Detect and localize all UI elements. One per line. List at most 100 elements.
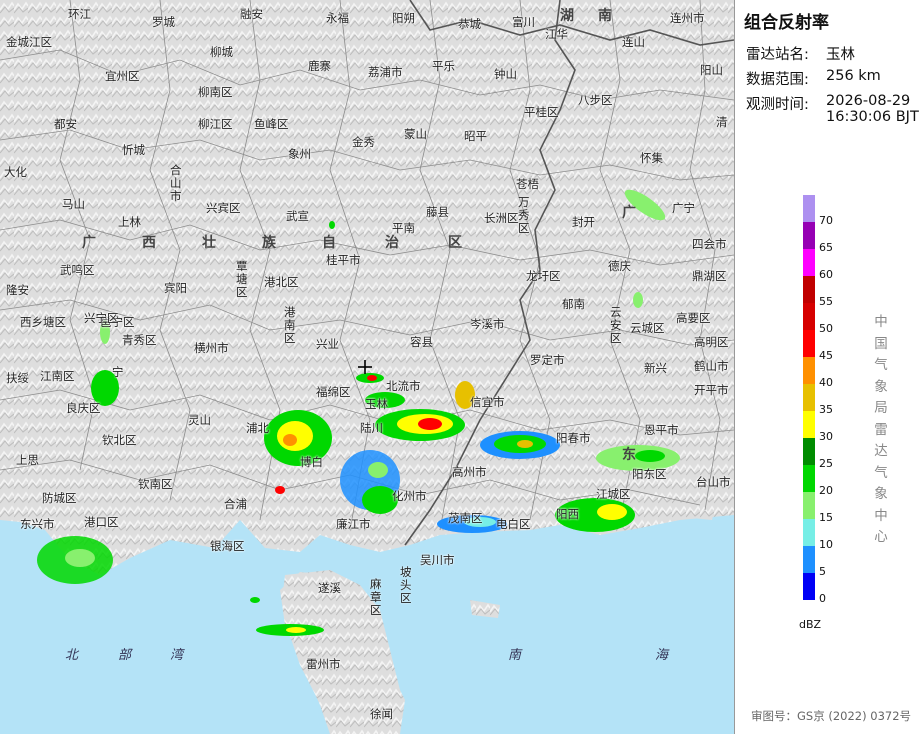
legend-tick-label: 60	[819, 268, 833, 281]
city-label: 鹿寨	[308, 59, 331, 73]
city-label: 富川	[512, 15, 535, 29]
city-label: 象州	[288, 147, 311, 161]
time-row: 观测时间: 2026-08-29 16:30:06 BJT	[746, 93, 919, 125]
city-label: 高明区	[694, 335, 729, 349]
city-label: 苍梧	[516, 177, 539, 191]
city-label: 德庆	[608, 259, 631, 273]
region-label-char: 族	[262, 235, 276, 251]
legend-tick-label: 70	[819, 214, 833, 227]
city-label: 遂溪	[318, 581, 341, 595]
province-label-char: 广	[622, 205, 636, 221]
legend-tick-label: 10	[819, 538, 833, 551]
city-label: 上思	[16, 453, 39, 467]
city-label: 平南	[392, 221, 415, 235]
region-label-char: 壮	[202, 235, 216, 251]
legend-color-box	[803, 357, 815, 384]
city-label: 武宣	[286, 209, 309, 223]
city-label: 港南区	[284, 305, 296, 345]
city-label: 恩平市	[644, 423, 679, 437]
sea-label-char: 海	[655, 648, 669, 663]
legend-color-box	[803, 438, 815, 465]
city-label: 八步区	[578, 93, 613, 107]
station-value: 玉林	[826, 47, 855, 63]
city-label: 云安区	[610, 305, 622, 345]
city-label: 覃塘区	[236, 259, 248, 299]
city-label: 柳南区	[198, 85, 233, 99]
city-label: 横州市	[194, 341, 229, 355]
city-label: 岑溪市	[470, 317, 505, 331]
city-label: 扶绥	[6, 371, 29, 385]
city-label: 钦北区	[102, 433, 137, 447]
info-panel: 组合反射率 雷达站名: 玉林 数据范围: 256 km 观测时间: 2026-08-2…	[734, 0, 924, 734]
city-label: 藤县	[426, 205, 449, 219]
sea-label-char: 北	[65, 648, 79, 663]
city-label: 博白	[300, 455, 323, 469]
city-label: 宁	[112, 365, 124, 379]
city-label: 浦北	[246, 421, 269, 435]
city-label: 开平市	[694, 383, 729, 397]
province-label-char: 东	[622, 447, 636, 463]
city-label: 银海区	[210, 539, 245, 553]
city-label: 桂平市	[326, 253, 361, 267]
city-label: 金秀	[352, 135, 375, 149]
city-label: 陆川	[360, 421, 383, 435]
city-label: 吴川市	[420, 553, 455, 567]
city-label: 钟山	[494, 67, 517, 81]
city-label: 隆安	[6, 283, 29, 297]
city-label: 台山市	[696, 475, 731, 489]
city-label: 昭平	[464, 129, 487, 143]
city-label: 新兴	[644, 361, 667, 375]
legend-color-box	[803, 222, 815, 249]
city-label: 鱼峰区	[254, 117, 289, 131]
city-label: 柳江区	[198, 117, 233, 131]
legend-color-box	[803, 546, 815, 573]
city-label: 福绵区	[316, 385, 351, 399]
city-label: 怀集	[640, 151, 663, 165]
legend-color-box	[803, 249, 815, 276]
city-label: 玉林	[365, 397, 388, 411]
region-label-char: 自	[322, 235, 336, 251]
city-label: 罗城	[152, 15, 175, 29]
city-label: 恭城	[458, 17, 481, 31]
legend-color-box	[803, 330, 815, 357]
color-legend	[803, 195, 815, 600]
city-label: 容县	[410, 335, 433, 349]
city-label: 平乐	[432, 59, 455, 73]
region-label-char: 广	[82, 235, 96, 251]
city-label: 防城区	[42, 491, 77, 505]
legend-tick-label: 25	[819, 457, 833, 470]
city-label: 江城区	[596, 487, 631, 501]
legend-color-box	[803, 492, 815, 519]
time-date: 2026-08-29	[826, 93, 911, 109]
city-label: 连州市	[670, 11, 705, 25]
region-label-char: 区	[448, 235, 462, 251]
legend-color-box	[803, 465, 815, 492]
city-label: 宾阳	[164, 281, 187, 295]
city-label: 麻章区	[370, 577, 382, 617]
city-label: 都安	[54, 117, 77, 131]
city-label: 兴宁区	[84, 311, 119, 325]
sea-label-char: 部	[118, 648, 132, 663]
city-label: 信宜市	[470, 395, 505, 409]
city-label: 大化	[4, 165, 27, 179]
radar-map[interactable]: 广 西 壮 族 自 治 区 湖 南 广 东 北 部 湾 南 海 环江 罗城 融安…	[0, 0, 734, 734]
city-label: 郁南	[562, 297, 585, 311]
city-label: 化州市	[392, 489, 427, 503]
map-approval-number: 审图号：GS京 (2022) 0372号	[751, 709, 912, 723]
city-label: 高州市	[452, 465, 487, 479]
city-label: 港口区	[84, 515, 119, 529]
city-label: 万秀区	[518, 195, 530, 235]
legend-tick-label: 55	[819, 295, 833, 308]
legend-tick-label: 0	[819, 592, 826, 605]
city-label: 环江	[68, 7, 91, 21]
city-label: 江南区	[40, 369, 75, 383]
city-label: 灵山	[188, 413, 211, 427]
city-label: 马山	[62, 197, 85, 211]
city-label: 廉江市	[336, 517, 371, 531]
city-label: 合山市	[170, 163, 182, 203]
city-label: 港北区	[264, 275, 299, 289]
city-label: 荔浦市	[368, 65, 403, 79]
range-value: 256 km	[826, 68, 881, 84]
legend-color-box	[803, 195, 815, 222]
city-label: 封开	[572, 215, 595, 229]
